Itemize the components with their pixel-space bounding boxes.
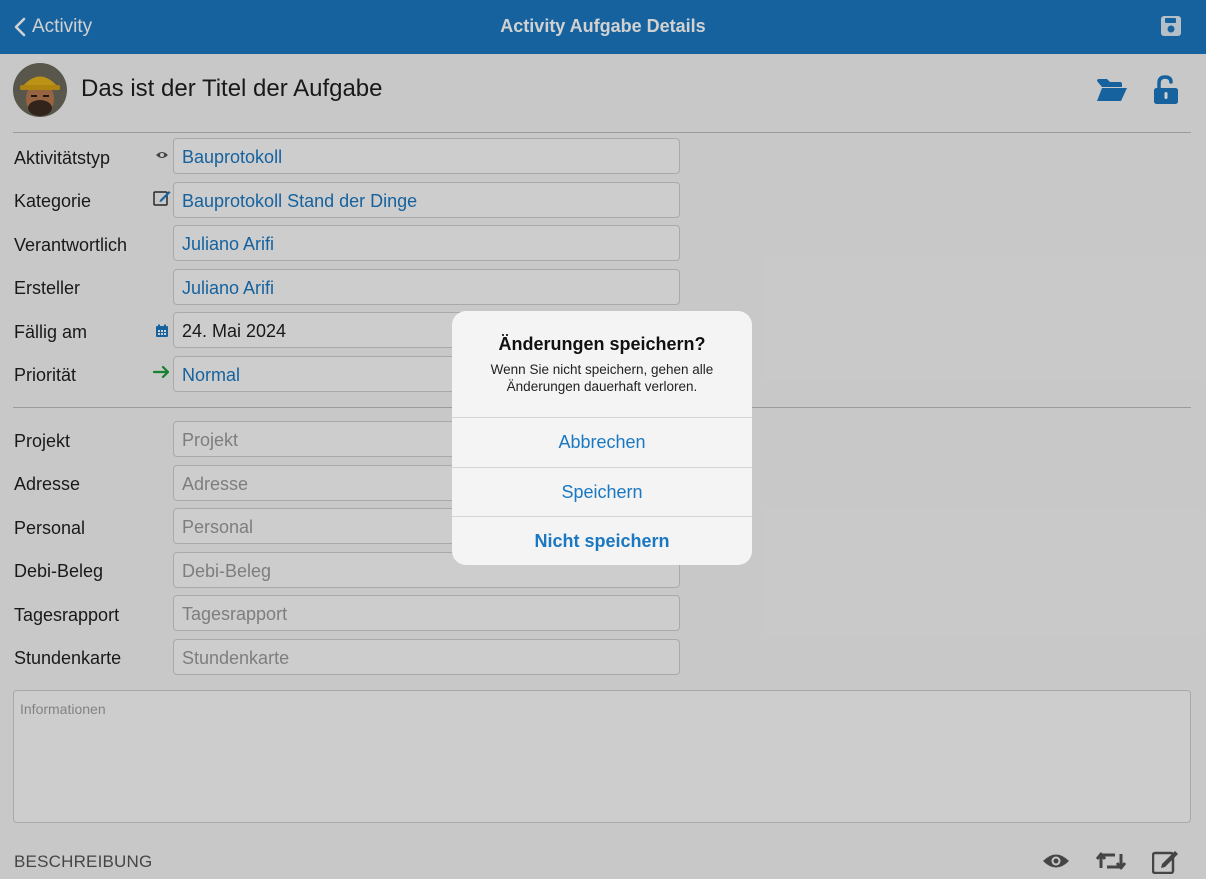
cancel-button[interactable]: Abbrechen: [452, 417, 752, 467]
dialog-message: Wenn Sie nicht speichern, gehen alle Änd…: [490, 362, 714, 394]
save-changes-dialog: Änderungen speichern? Wenn Sie nicht spe…: [452, 311, 752, 565]
discard-button[interactable]: Nicht speichern: [452, 516, 752, 565]
dialog-title: Änderungen speichern?: [498, 334, 706, 354]
save-button[interactable]: Speichern: [452, 467, 752, 517]
